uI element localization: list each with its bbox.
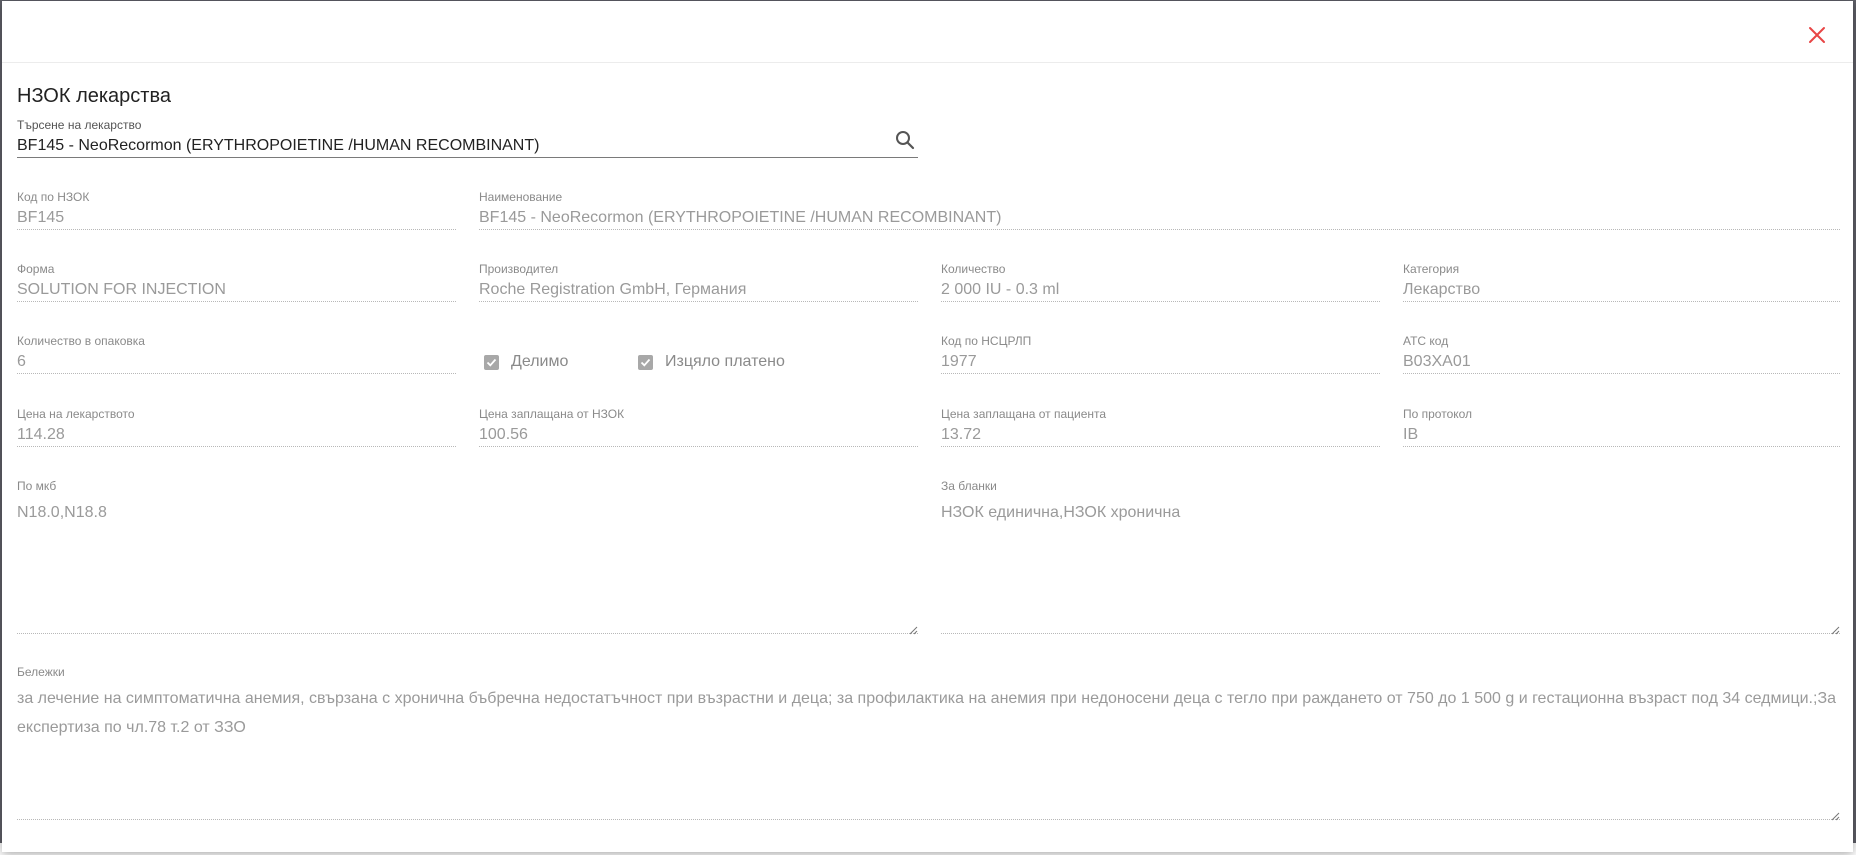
protocol-label: По протокол: [1403, 407, 1473, 421]
notes-textarea[interactable]: Бележки за лечение на симптоматична анем…: [17, 665, 1840, 821]
atc-code-value: B03XA01: [1403, 353, 1471, 370]
drug-name-label: Наименование: [479, 190, 563, 204]
checkbox-checked-icon: [484, 354, 499, 370]
category-field[interactable]: Категория Лекарство: [1403, 262, 1840, 302]
dialog-header: [2, 1, 1853, 63]
category-label: Категория: [1403, 262, 1460, 276]
mkb-textarea[interactable]: По мкб N18.0,N18.8: [17, 479, 918, 635]
drug-name-field[interactable]: Наименование BF145 - NeoRecormon (ERYTHR…: [479, 190, 1840, 230]
category-value: Лекарство: [1403, 281, 1481, 298]
resize-grip-icon[interactable]: [1830, 808, 1840, 821]
forms-textarea[interactable]: За бланки НЗОК единична,НЗОК хронична: [941, 479, 1840, 635]
resize-grip-icon[interactable]: [908, 622, 918, 635]
form-label: Форма: [17, 262, 55, 276]
form-value: SOLUTION FOR INJECTION: [17, 281, 226, 298]
patient-paid-value: 13.72: [941, 426, 982, 443]
nzok-code-label: Код по НЗОК: [17, 190, 90, 204]
pack-quantity-field[interactable]: Количество в опаковка 6: [17, 334, 456, 374]
nscrlp-code-value: 1977: [941, 353, 977, 370]
nzok-code-value: BF145: [17, 209, 65, 226]
search-icon[interactable]: [894, 129, 916, 151]
manufacturer-field[interactable]: Производител Roche Registration GmbH, Ге…: [479, 262, 918, 302]
price-field[interactable]: Цена на лекарството 114.28: [17, 407, 456, 447]
drug-search-value[interactable]: BF145 - NeoRecormon (ERYTHROPOIETINE /HU…: [17, 137, 539, 155]
fully-paid-label: Изцяло платено: [665, 353, 785, 370]
nzok-drugs-dialog: НЗОК лекарства Търсене на лекарство BF14…: [2, 1, 1853, 852]
nzok-paid-label: Цена заплащана от НЗОК: [479, 407, 625, 421]
divisible-checkbox[interactable]: Делимо: [484, 353, 568, 371]
protocol-value: IB: [1403, 426, 1419, 443]
checkbox-checked-icon: [638, 354, 653, 370]
nzok-code-field[interactable]: Код по НЗОК BF145: [17, 190, 456, 230]
divisible-label: Делимо: [511, 353, 569, 370]
pack-quantity-value: 6: [17, 353, 26, 370]
patient-paid-label: Цена заплащана от пациента: [941, 407, 1107, 421]
nzok-paid-value: 100.56: [479, 426, 528, 443]
atc-code-label: АТС код: [1403, 334, 1449, 348]
quantity-field[interactable]: Количество 2 000 IU - 0.3 ml: [941, 262, 1380, 302]
atc-code-field[interactable]: АТС код B03XA01: [1403, 334, 1840, 374]
nscrlp-code-field[interactable]: Код по НСЦРЛП 1977: [941, 334, 1380, 374]
price-value: 114.28: [17, 426, 65, 443]
mkb-value: N18.0,N18.8: [17, 504, 107, 521]
resize-grip-icon[interactable]: [1830, 622, 1840, 635]
price-label: Цена на лекарството: [17, 407, 135, 421]
nzok-paid-field[interactable]: Цена заплащана от НЗОК 100.56: [479, 407, 918, 447]
dialog-title: НЗОК лекарства: [17, 85, 171, 107]
forms-value: НЗОК единична,НЗОК хронична: [941, 504, 1181, 521]
drug-search-label: Търсене на лекарство: [17, 118, 142, 132]
close-icon[interactable]: [1805, 23, 1829, 47]
notes-label: Бележки: [17, 665, 65, 679]
protocol-field[interactable]: По протокол IB: [1403, 407, 1840, 447]
nscrlp-code-label: Код по НСЦРЛП: [941, 334, 1032, 348]
patient-paid-field[interactable]: Цена заплащана от пациента 13.72: [941, 407, 1380, 447]
form-field[interactable]: Форма SOLUTION FOR INJECTION: [17, 262, 456, 302]
quantity-value: 2 000 IU - 0.3 ml: [941, 281, 1060, 298]
fully-paid-checkbox[interactable]: Изцяло платено: [638, 353, 785, 371]
quantity-label: Количество: [941, 262, 1006, 276]
drug-search-input[interactable]: Търсене на лекарство BF145 - NeoRecormon…: [17, 118, 918, 158]
pack-quantity-label: Количество в опаковка: [17, 334, 145, 348]
mkb-label: По мкб: [17, 479, 57, 493]
manufacturer-value: Roche Registration GmbH, Германия: [479, 281, 747, 298]
notes-value: за лечение на симптоматична анемия, свър…: [17, 690, 1836, 736]
drug-name-value: BF145 - NeoRecormon (ERYTHROPOIETINE /HU…: [479, 209, 1002, 226]
manufacturer-label: Производител: [479, 262, 559, 276]
forms-label: За бланки: [941, 479, 997, 493]
